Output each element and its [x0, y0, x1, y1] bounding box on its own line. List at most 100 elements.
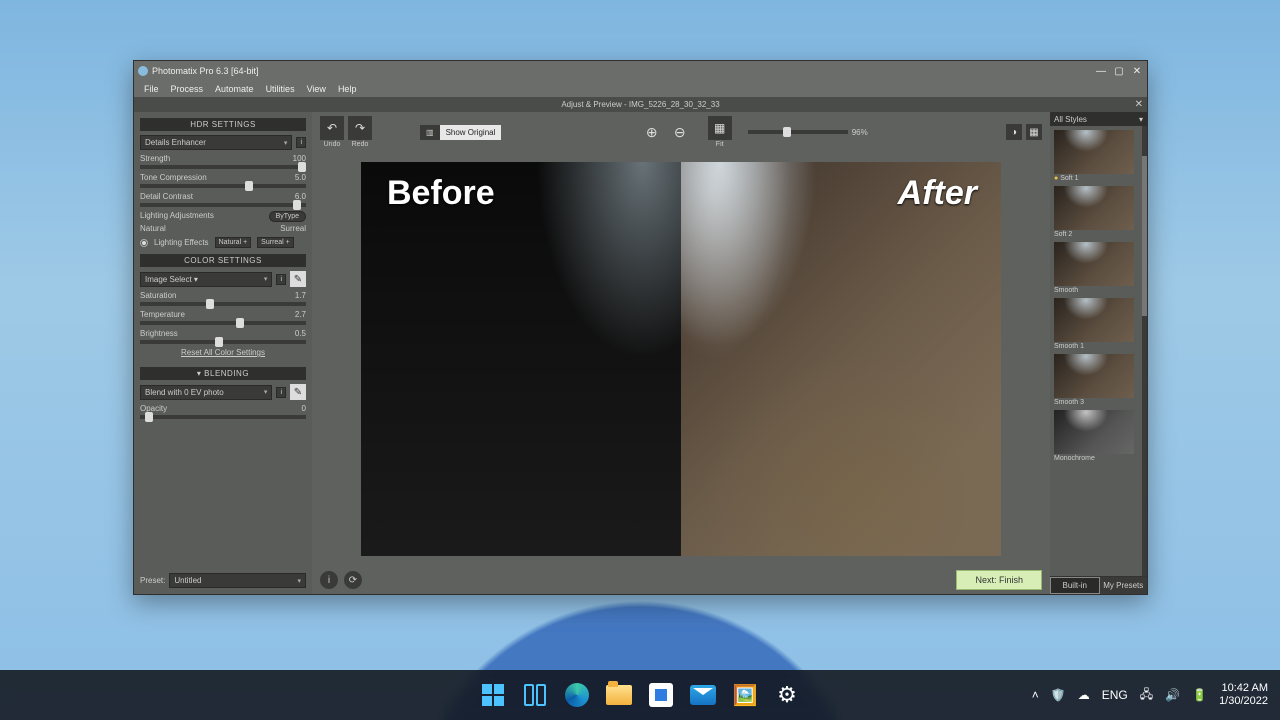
presets-header[interactable]: All Styles▾ — [1050, 112, 1147, 126]
redo-button[interactable]: ↷ — [348, 116, 372, 140]
store-icon[interactable] — [646, 680, 676, 710]
blend-dropdown[interactable]: Blend with 0 EV photo — [140, 385, 272, 400]
preset-thumbnail — [1054, 298, 1134, 342]
before-region — [361, 162, 681, 556]
photos-icon[interactable]: 🖼️ — [730, 680, 760, 710]
preset-thumbnail — [1054, 186, 1134, 230]
menu-file[interactable]: File — [144, 84, 159, 94]
preset-monochrome[interactable]: Monochrome — [1054, 410, 1134, 462]
security-icon[interactable]: 🛡️ — [1051, 688, 1066, 702]
hdr-slider-thumb[interactable] — [245, 181, 253, 191]
color-slider-thumb[interactable] — [236, 318, 244, 328]
window-title: Photomatix Pro 6.3 [64-bit] — [152, 66, 259, 76]
color-slider-1: Temperature2.7 — [140, 310, 306, 325]
preset-smooth[interactable]: Smooth — [1054, 242, 1134, 294]
battery-icon[interactable]: 🔋 — [1192, 688, 1207, 702]
color-slider-track[interactable] — [140, 302, 306, 306]
clock[interactable]: 10:42 AM 1/30/2022 — [1219, 682, 1268, 708]
eyedropper-button[interactable]: ✎ — [290, 271, 306, 287]
blend-eyedropper[interactable]: ✎ — [290, 384, 306, 400]
lighting-effects-radio[interactable] — [140, 239, 148, 247]
hdr-slider-label: Strength — [140, 154, 170, 163]
minimize-button[interactable]: — — [1095, 65, 1107, 77]
color-slider-value: 2.7 — [295, 310, 306, 319]
reset-color-link[interactable]: Reset All Color Settings — [140, 348, 306, 357]
method-dropdown[interactable]: Details Enhancer — [140, 135, 292, 150]
center-panel: ↶ Undo ↷ Redo ▥ Show Original — [312, 112, 1050, 594]
mail-icon[interactable] — [688, 680, 718, 710]
show-original-button[interactable]: Show Original — [440, 125, 502, 140]
method-info-button[interactable]: i — [296, 137, 306, 148]
opacity-slider-thumb[interactable] — [145, 412, 153, 422]
after-label: After — [898, 174, 977, 213]
volume-icon[interactable]: 🔊 — [1165, 688, 1180, 702]
close-button[interactable]: ✕ — [1131, 65, 1143, 77]
start-button[interactable] — [478, 680, 508, 710]
color-slider-track[interactable] — [140, 340, 306, 344]
file-explorer-icon[interactable] — [604, 680, 634, 710]
opacity-slider[interactable] — [140, 415, 306, 419]
color-slider-thumb[interactable] — [206, 299, 214, 309]
lighting-bytype-button[interactable]: ByType — [269, 211, 306, 222]
lighting-effects-select-2[interactable]: Surreal + — [257, 237, 294, 248]
menu-help[interactable]: Help — [338, 84, 357, 94]
hdr-slider-track[interactable] — [140, 165, 306, 169]
tab-builtin[interactable]: Built-in — [1050, 577, 1100, 594]
compare-segment: ▥ Show Original — [420, 125, 501, 140]
preset-thumbnail — [1054, 242, 1134, 286]
image-select-info[interactable]: i — [276, 274, 286, 285]
preset-smooth-3[interactable]: Smooth 3 — [1054, 354, 1134, 406]
preset-dropdown[interactable]: Untitled — [169, 573, 306, 588]
compare-split-button[interactable]: ▥ — [420, 125, 440, 140]
menu-automate[interactable]: Automate — [215, 84, 254, 94]
zoom-slider[interactable] — [748, 130, 848, 134]
document-close-button[interactable]: ✕ — [1135, 99, 1143, 110]
zoom-slider-thumb[interactable] — [783, 127, 791, 137]
next-finish-button[interactable]: Next: Finish — [956, 570, 1042, 590]
maximize-button[interactable]: ▢ — [1113, 65, 1125, 77]
preset-thumbnail — [1054, 354, 1134, 398]
info-button[interactable]: i — [320, 571, 338, 589]
network-icon[interactable]: 🖧 — [1140, 685, 1153, 706]
menu-utilities[interactable]: Utilities — [266, 84, 295, 94]
hdr-slider-thumb[interactable] — [298, 162, 306, 172]
hdr-slider-thumb[interactable] — [293, 200, 301, 210]
menu-process[interactable]: Process — [171, 84, 204, 94]
color-slider-thumb[interactable] — [215, 337, 223, 347]
preview-canvas[interactable]: Before After — [361, 162, 1001, 556]
fit-button[interactable]: ▦ — [708, 116, 732, 140]
language-indicator[interactable]: ENG — [1102, 688, 1128, 702]
hdr-slider-track[interactable] — [140, 184, 306, 188]
blending-header[interactable]: ▾ BLENDING — [140, 367, 306, 380]
settings-icon[interactable]: ⚙ — [772, 680, 802, 710]
preset-soft-1[interactable]: Soft 1 — [1054, 130, 1134, 182]
hdr-slider-track[interactable] — [140, 203, 306, 207]
refresh-button[interactable]: ⟳ — [344, 571, 362, 589]
menu-view[interactable]: View — [307, 84, 326, 94]
task-view-button[interactable] — [520, 680, 550, 710]
preset-row: Preset: Untitled — [140, 565, 306, 588]
hdr-slider-label: Tone Compression — [140, 173, 207, 182]
zoom-out-button[interactable]: ⊖ — [668, 120, 692, 144]
preset-name: Smooth 3 — [1054, 399, 1134, 406]
lighting-effects-select[interactable]: Natural + — [215, 237, 252, 248]
presets-scrollbar[interactable] — [1142, 126, 1147, 576]
tab-my-presets[interactable]: My Presets — [1100, 577, 1148, 594]
preset-smooth-1[interactable]: Smooth 1 — [1054, 298, 1134, 350]
scrollbar-handle[interactable] — [1142, 156, 1147, 316]
onedrive-icon[interactable]: ☁ — [1078, 688, 1090, 702]
tray-overflow-button[interactable]: ˄ — [1032, 688, 1039, 702]
titlebar: Photomatix Pro 6.3 [64-bit] — ▢ ✕ — [134, 61, 1147, 81]
preset-name: Smooth — [1054, 287, 1134, 294]
hdr-slider-1: Tone Compression5.0 — [140, 173, 306, 188]
preset-label: Preset: — [140, 576, 165, 585]
edge-icon[interactable] — [562, 680, 592, 710]
preset-soft-2[interactable]: Soft 2 — [1054, 186, 1134, 238]
histogram-button[interactable]: ◑ — [1006, 124, 1022, 140]
blend-info[interactable]: i — [276, 387, 286, 398]
undo-button[interactable]: ↶ — [320, 116, 344, 140]
color-slider-track[interactable] — [140, 321, 306, 325]
image-select-dropdown[interactable]: Image Select ▾ — [140, 272, 272, 287]
grid-toggle-button[interactable]: ▦ — [1026, 124, 1042, 140]
zoom-in-button[interactable]: ⊕ — [640, 120, 664, 144]
